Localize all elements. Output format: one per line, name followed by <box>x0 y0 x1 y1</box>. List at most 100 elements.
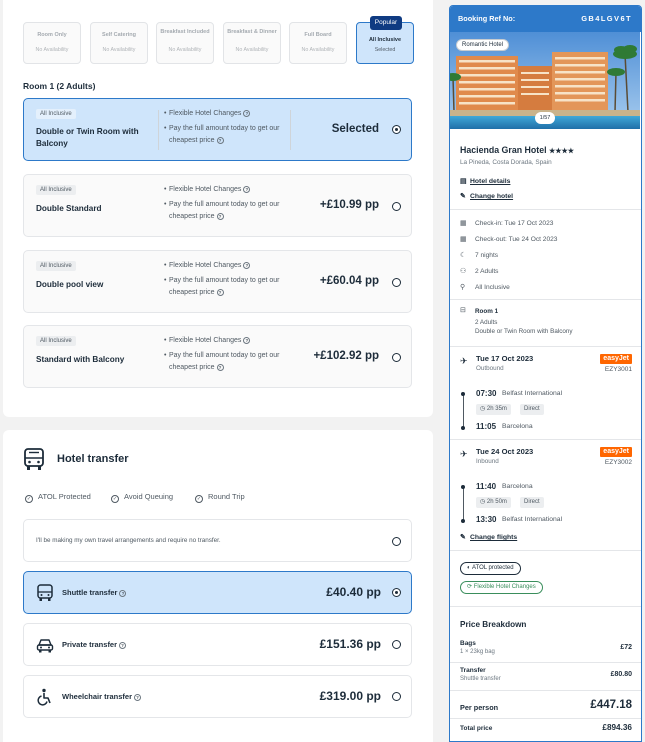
board-status: Selected <box>374 47 396 53</box>
room-feature: • Pay the full amount today to get our ch… <box>164 125 280 144</box>
info-icon[interactable]: ? <box>243 110 251 117</box>
room-radio[interactable] <box>392 125 401 134</box>
divider <box>450 690 641 691</box>
transfer-panel: Hotel transfer ✓ ATOL Protected ✓ Avoid Qu… <box>3 430 433 742</box>
room-feature: • Pay the full amount today to get our ch… <box>164 352 280 371</box>
change-flights-link[interactable]: ✎ Change flights <box>460 533 517 541</box>
info-icon[interactable]: ? <box>134 694 142 701</box>
board-status: No Availability <box>102 47 136 53</box>
departure-time: 07:30 <box>476 389 497 398</box>
room-price: +£60.04 pp <box>319 275 379 287</box>
timeline-dot <box>461 392 465 396</box>
room-summary-type: Double or Twin Room with Balcony <box>475 328 573 335</box>
change-hotel-link[interactable]: ✎ Change hotel <box>460 192 513 200</box>
arrival-airport: Barcelona <box>502 423 533 430</box>
transfer-radio[interactable] <box>392 692 401 701</box>
flight-number: EZY3001 <box>604 366 632 373</box>
board-breakfast-included[interactable]: Breakfast Included No Availability <box>156 22 214 64</box>
timeline <box>463 393 464 427</box>
moon-icon: ☾ <box>460 252 467 259</box>
link-label: Change flights <box>470 534 518 541</box>
wheelchair-icon <box>37 688 51 706</box>
arrival-time: 13:30 <box>476 515 497 524</box>
divider <box>450 606 641 607</box>
timeline <box>463 486 464 520</box>
room-feature: • Pay the full amount today to get our ch… <box>164 277 280 296</box>
room-option[interactable]: All Inclusive Double pool view • Flexible… <box>23 250 412 313</box>
outbound-flight: ✈ Tue 17 Oct 2023 Outbound easyJet EZY30… <box>460 354 632 434</box>
room-feature: • Flexible Hotel Changes? <box>164 260 289 272</box>
hotel-details-link[interactable]: ▤ Hotel details <box>460 177 510 185</box>
check-out-row: ▦ Check-out: Tue 24 Oct 2023 <box>460 235 557 243</box>
transfer-option-shuttle[interactable]: Shuttle transfer? £40.40 pp <box>23 571 412 614</box>
transfer-label: I'll be making my own travel arrangement… <box>36 537 221 544</box>
room-radio[interactable] <box>392 353 401 362</box>
departure-airport: Barcelona <box>502 483 533 490</box>
divider <box>450 550 641 551</box>
booking-ref: GB4LGV6T <box>581 14 632 23</box>
room-option[interactable]: All Inclusive Double or Twin Room with B… <box>23 98 412 161</box>
timeline-dot <box>461 426 465 430</box>
info-icon[interactable]: ? <box>216 213 224 220</box>
room-name: Double or Twin Room with Balcony <box>36 127 139 148</box>
info-icon[interactable]: ? <box>119 642 127 649</box>
board-all-inclusive[interactable]: Popular All Inclusive Selected <box>356 16 414 64</box>
room-radio[interactable] <box>392 202 401 211</box>
romantic-hotel-tag: Romantic Hotel <box>456 39 510 51</box>
duration-text: 2h 35m <box>486 406 507 412</box>
info-icon[interactable]: ? <box>216 364 224 371</box>
hotel-name: Hacienda Gran Hotel ★★★★ <box>460 145 574 155</box>
room-option[interactable]: All Inclusive Standard with Balcony • Fle… <box>23 325 412 388</box>
transfer-radio[interactable] <box>392 588 401 597</box>
star-rating: ★★★★ <box>548 148 575 155</box>
flight-duration: ◷ 2h 50m <box>476 497 511 508</box>
board-full-board[interactable]: Full Board No Availability <box>289 22 347 64</box>
divider <box>450 439 641 440</box>
departure-time: 11:40 <box>476 482 497 491</box>
transfer-radio[interactable] <box>392 640 401 649</box>
info-icon[interactable]: ? <box>216 289 224 296</box>
board-self-catering[interactable]: Self Catering No Availability <box>90 22 148 64</box>
transfer-option-private[interactable]: Private transfer? £151.36 pp <box>23 623 412 666</box>
nights-text: 7 nights <box>475 252 499 259</box>
board-room-only[interactable]: Room Only No Availability <box>23 22 81 64</box>
departure-airport: Belfast International <box>502 390 563 397</box>
transfer-radio[interactable] <box>392 537 401 546</box>
perk-label: ATOL Protected <box>38 492 91 501</box>
transfer-label: Wheelchair transfer? <box>62 692 142 701</box>
transfer-option-none[interactable]: I'll be making my own travel arrangement… <box>23 519 412 562</box>
perk-label: Avoid Queuing <box>124 492 174 501</box>
info-icon[interactable]: ? <box>243 262 251 269</box>
price-sub: Shuttle transfer <box>460 676 501 682</box>
feature-text: Pay the full amount today to get our che… <box>169 125 280 144</box>
board-breakfast-dinner[interactable]: Breakfast & Dinner No Availability <box>223 22 281 64</box>
nights-row: ☾ 7 nights <box>460 251 498 259</box>
flexible-changes-badge: ⟳ Flexible Hotel Changes <box>460 581 543 594</box>
room-selection-panel: Room Only No Availability Self Catering … <box>3 0 433 417</box>
plane-icon: ✈ <box>460 449 468 459</box>
bus-icon <box>24 448 44 470</box>
flight-number: EZY3002 <box>604 459 632 466</box>
room-price: +£10.99 pp <box>319 199 379 211</box>
price-value: £80.80 <box>610 671 632 678</box>
transfer-option-wheelchair[interactable]: Wheelchair transfer? £319.00 pp <box>23 675 412 718</box>
bus-icon <box>37 584 53 601</box>
divider <box>450 718 641 719</box>
info-icon[interactable]: ? <box>216 137 224 144</box>
image-counter: 1/57 <box>535 112 555 124</box>
board-tag: All Inclusive <box>36 336 76 346</box>
board-label: Self Catering <box>102 32 136 38</box>
badge-label: ATOL protected <box>471 565 514 571</box>
info-icon[interactable]: ? <box>243 186 251 193</box>
room-radio[interactable] <box>392 278 401 287</box>
info-icon[interactable]: ? <box>243 337 251 344</box>
perk-item: ✓ Round Trip <box>195 492 245 503</box>
flight-direction: Inbound <box>476 458 499 465</box>
info-icon[interactable]: ? <box>119 590 127 597</box>
transfer-label-text: Shuttle transfer <box>62 588 118 597</box>
room-price: +£102.92 pp <box>313 350 379 362</box>
atol-badge: ◐ ATOL protected <box>460 562 521 575</box>
room-option[interactable]: All Inclusive Double Standard • Flexible … <box>23 174 412 237</box>
cutlery-icon: ⚲ <box>460 284 466 291</box>
booking-ref-label: Booking Ref No: <box>458 14 516 23</box>
